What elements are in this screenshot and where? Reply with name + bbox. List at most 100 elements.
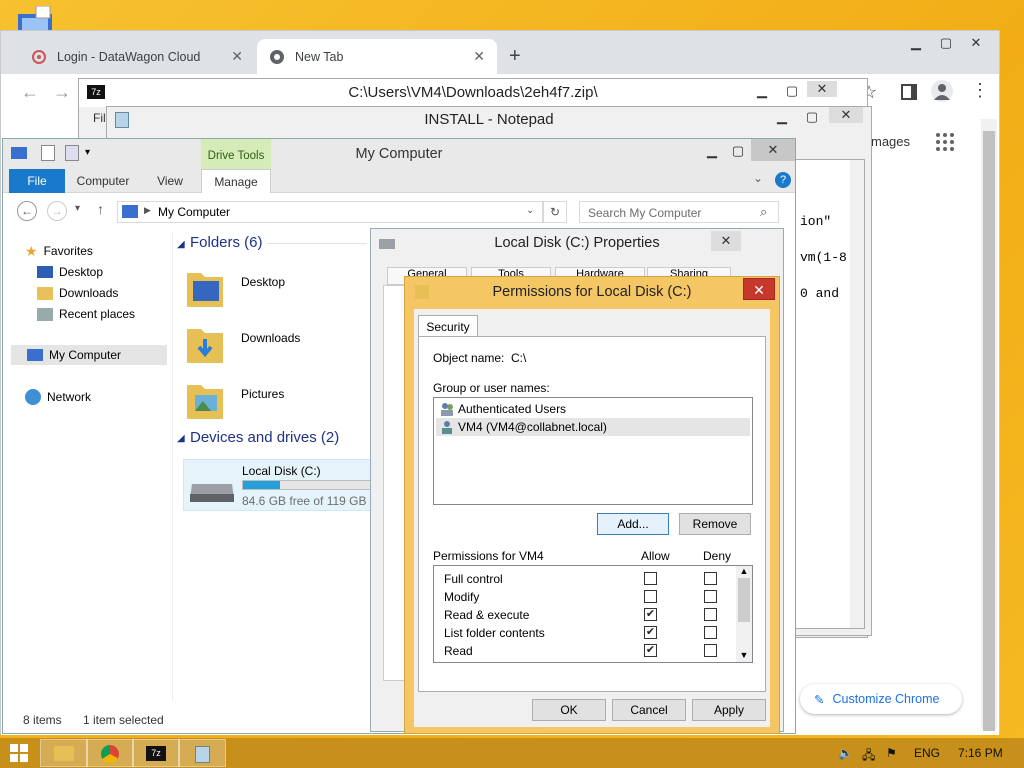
- language-indicator[interactable]: ENG: [914, 746, 940, 760]
- quick-access-dropdown-icon[interactable]: ▾: [85, 147, 90, 158]
- deny-checkbox[interactable]: [704, 626, 717, 639]
- maximize-icon[interactable]: ▢: [777, 83, 807, 99]
- allow-checkbox[interactable]: [644, 590, 657, 603]
- side-panel-icon[interactable]: [901, 84, 917, 100]
- apps-grid-icon[interactable]: [935, 132, 955, 152]
- users-group-icon: [440, 402, 454, 416]
- scroll-down-icon[interactable]: ▼: [736, 650, 752, 660]
- forward-arrow-icon[interactable]: →: [53, 82, 71, 103]
- taskbar-chrome[interactable]: [86, 739, 134, 767]
- folder-pictures-label[interactable]: Pictures: [241, 387, 284, 401]
- tab-manage[interactable]: Manage: [201, 169, 271, 193]
- nav-desktop[interactable]: Desktop: [37, 262, 103, 282]
- maximize-icon[interactable]: ▢: [797, 109, 827, 125]
- deny-checkbox[interactable]: [704, 572, 717, 585]
- clock[interactable]: 7:16 PM: [958, 746, 1003, 760]
- remove-button[interactable]: Remove: [679, 513, 751, 535]
- allow-checkbox[interactable]: [644, 572, 657, 585]
- deny-checkbox[interactable]: [704, 608, 717, 621]
- maximize-icon[interactable]: ▢: [725, 143, 751, 159]
- downloads-folder-icon[interactable]: [185, 321, 225, 365]
- address-dropdown-icon[interactable]: ⌄: [526, 205, 534, 216]
- action-center-icon[interactable]: ⚑: [886, 746, 897, 760]
- ok-button[interactable]: OK: [532, 699, 606, 721]
- recent-locations-icon[interactable]: ▾: [75, 203, 80, 214]
- tab-computer[interactable]: Computer: [69, 169, 137, 193]
- deny-checkbox[interactable]: [704, 644, 717, 657]
- minimize-icon[interactable]: ▁: [767, 109, 797, 125]
- folders-header[interactable]: Folders (6): [190, 234, 263, 251]
- user-row-selected[interactable]: VM4 (VM4@collabnet.local): [436, 418, 750, 436]
- users-listbox[interactable]: Authenticated Users VM4 (VM4@collabnet.l…: [433, 397, 753, 505]
- minimize-icon[interactable]: ▁: [699, 143, 725, 159]
- cancel-button[interactable]: Cancel: [612, 699, 686, 721]
- deny-checkbox[interactable]: [704, 590, 717, 603]
- pictures-folder-icon[interactable]: [185, 377, 225, 421]
- tab-datawagon-login[interactable]: Login - DataWagon Cloud ✕: [19, 39, 255, 74]
- new-folder-quick-icon[interactable]: [65, 145, 79, 161]
- up-arrow-icon[interactable]: ↑: [97, 201, 104, 217]
- search-box[interactable]: Search My Computer ⌕: [579, 201, 779, 223]
- nav-downloads[interactable]: Downloads: [37, 283, 118, 303]
- close-icon[interactable]: ✕: [829, 107, 863, 123]
- minimize-icon[interactable]: ▁: [747, 83, 777, 99]
- allow-checkbox[interactable]: ✔: [644, 644, 657, 657]
- drives-header[interactable]: Devices and drives (2): [190, 429, 339, 446]
- customize-chrome-button[interactable]: ✎ Customize Chrome: [800, 684, 962, 714]
- network-icon[interactable]: 🖧: [862, 746, 875, 767]
- folder-downloads-label[interactable]: Downloads: [241, 331, 300, 345]
- start-button-icon[interactable]: [10, 744, 28, 762]
- tab-close-icon[interactable]: ✕: [231, 48, 243, 65]
- tab-new-tab[interactable]: New Tab ✕: [257, 39, 497, 74]
- help-icon[interactable]: ?: [775, 172, 791, 188]
- volume-muted-icon[interactable]: 🔈: [838, 746, 853, 760]
- nav-recent-places[interactable]: Recent places: [37, 304, 135, 324]
- chrome-menu-icon[interactable]: ⋮: [971, 80, 989, 101]
- close-icon[interactable]: ✕: [743, 278, 775, 300]
- close-icon[interactable]: ✕: [751, 139, 795, 161]
- tab-title: New Tab: [295, 49, 344, 64]
- taskbar-explorer[interactable]: [40, 739, 88, 767]
- minimize-icon[interactable]: ▁: [901, 35, 931, 51]
- permission-name: Read & execute: [444, 608, 530, 622]
- scrollbar-thumb[interactable]: [983, 131, 995, 731]
- scroll-up-icon[interactable]: ▲: [736, 566, 752, 576]
- desktop-folder-icon[interactable]: [185, 265, 225, 309]
- taskbar-notepad[interactable]: [178, 739, 226, 767]
- scroll-thumb[interactable]: [738, 578, 750, 622]
- new-tab-plus-icon[interactable]: +: [509, 45, 521, 68]
- close-icon[interactable]: ✕: [807, 81, 837, 97]
- ribbon-expand-chevron-icon[interactable]: ⌄: [753, 171, 763, 185]
- permissions-scrollbar[interactable]: ▲ ▼: [736, 566, 752, 662]
- tab-view[interactable]: View: [145, 169, 195, 193]
- taskbar-7zip[interactable]: 7z: [132, 739, 180, 767]
- maximize-icon[interactable]: ▢: [931, 35, 961, 51]
- nav-my-computer[interactable]: My Computer: [11, 345, 167, 365]
- properties-quick-icon[interactable]: [41, 145, 55, 161]
- nav-favorites[interactable]: ★ Favorites: [25, 241, 93, 261]
- refresh-icon[interactable]: ↻: [543, 201, 567, 223]
- back-arrow-icon[interactable]: ←: [21, 82, 39, 103]
- images-link[interactable]: mages: [871, 134, 910, 149]
- folder-desktop-label[interactable]: Desktop: [241, 275, 285, 289]
- address-bar[interactable]: ▶ My Computer ⌄: [117, 201, 543, 223]
- collapse-drives-icon[interactable]: ◢: [177, 433, 185, 444]
- tab-security[interactable]: Security: [418, 315, 478, 337]
- add-button[interactable]: Add...: [597, 513, 669, 535]
- apply-button[interactable]: Apply: [692, 699, 766, 721]
- tab-file[interactable]: File: [9, 169, 65, 193]
- forward-icon[interactable]: →: [47, 201, 67, 221]
- close-icon[interactable]: ✕: [961, 35, 991, 51]
- notepad-scrollbar[interactable]: [850, 160, 864, 628]
- collapse-folders-icon[interactable]: ◢: [177, 239, 185, 250]
- nav-network[interactable]: Network: [25, 387, 91, 407]
- allow-checkbox[interactable]: ✔: [644, 626, 657, 639]
- allow-checkbox[interactable]: ✔: [644, 608, 657, 621]
- sevenzip-file-menu[interactable]: Fil: [93, 111, 106, 125]
- tab-close-icon[interactable]: ✕: [473, 48, 485, 65]
- close-icon[interactable]: ✕: [711, 231, 741, 251]
- back-icon[interactable]: ←: [17, 201, 37, 221]
- profile-avatar-icon[interactable]: [931, 80, 953, 102]
- local-disk-tile[interactable]: Local Disk (C:) 84.6 GB free of 119 GB: [183, 459, 373, 511]
- user-row[interactable]: Authenticated Users: [436, 400, 750, 418]
